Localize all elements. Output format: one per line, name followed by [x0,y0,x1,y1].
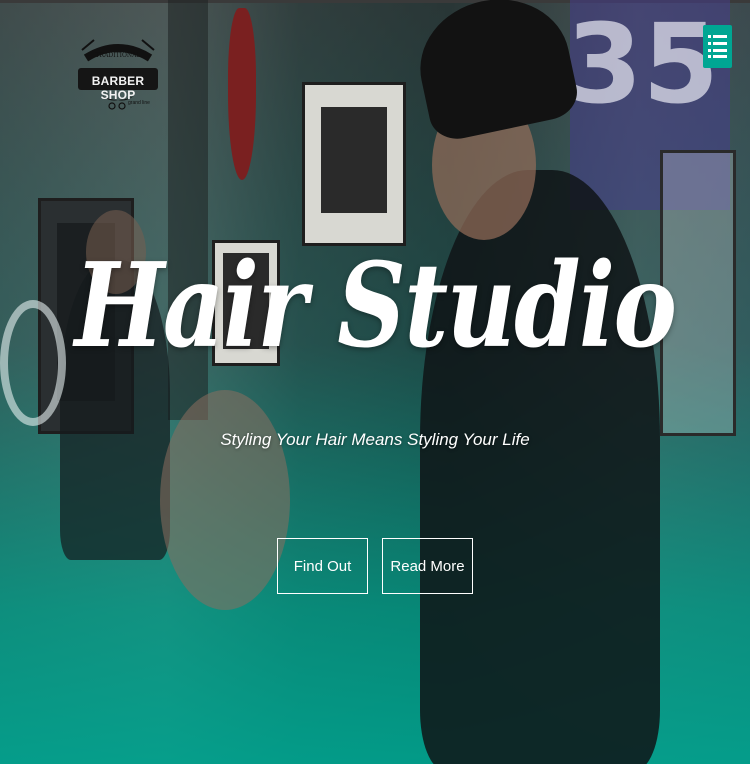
barber-shop-logo[interactable]: TRADITIONAL BARBER SHOP grand line [72,36,164,112]
read-more-button[interactable]: Read More [382,538,473,594]
background-photo: 35 [0,0,750,764]
hero-section: 35 TRADITIONAL BARBER SHOP grand line Ha… [0,0,750,764]
menu-toggle-button[interactable] [703,25,732,68]
list-menu-icon [708,35,727,58]
hero-title: Hair Studio [74,238,677,374]
find-out-button[interactable]: Find Out [277,538,368,594]
logo-top-text: TRADITIONAL [95,52,141,59]
logo-bottom-text: grand line [128,100,150,106]
hero-subtitle: Styling Your Hair Means Styling Your Lif… [220,430,530,449]
logo-main-text: BARBER SHOP [91,74,145,102]
